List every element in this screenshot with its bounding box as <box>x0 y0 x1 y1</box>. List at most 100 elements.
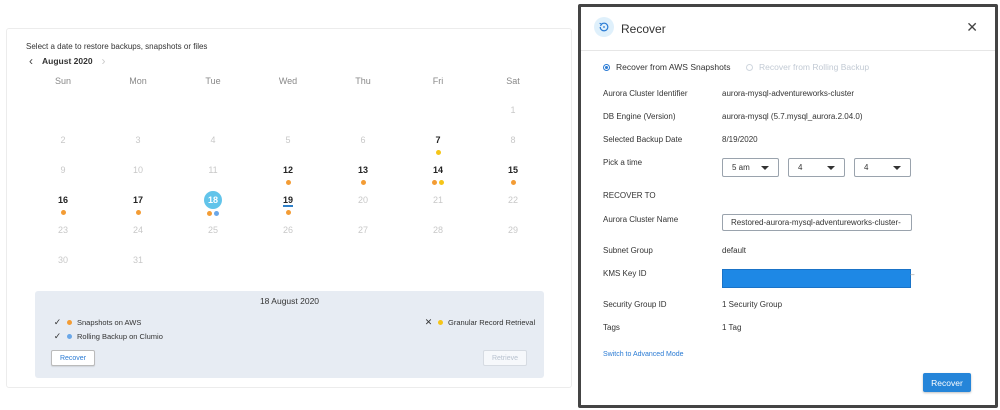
day-number: 9 <box>60 165 66 175</box>
calendar-day: 9 <box>48 164 78 188</box>
orange-dot <box>207 211 212 216</box>
legend-rolling-backup: ✓ Rolling Backup on Clumio <box>53 331 163 342</box>
month-label: August 2020 <box>42 56 93 66</box>
calendar-day[interactable]: 14 <box>423 164 453 188</box>
orange-dot <box>60 210 66 215</box>
day-number: 10 <box>132 165 143 175</box>
backup-date-value: 8/19/2020 <box>722 135 758 144</box>
close-icon[interactable]: ✕ <box>966 20 978 34</box>
calendar-day: 24 <box>123 224 153 248</box>
weekday-header: Thu <box>355 76 371 86</box>
caret-down-icon <box>761 166 769 170</box>
day-number: 4 <box>210 135 216 145</box>
day-number: 25 <box>207 225 218 235</box>
calendar-day: 28 <box>423 224 453 248</box>
calendar-day: 29 <box>498 224 528 248</box>
calendar-day[interactable]: 16 <box>48 194 78 218</box>
day-number: 27 <box>357 225 368 235</box>
calendar-day: 3 <box>123 134 153 158</box>
subnet-value: default <box>722 246 747 255</box>
calendar-instruction: Select a date to restore backups, snapsh… <box>26 42 208 51</box>
calendar-day: 31 <box>123 254 153 278</box>
dialog-recover-button[interactable]: Recover <box>923 373 971 392</box>
backup-indicators <box>273 180 303 185</box>
day-number: 8 <box>510 135 516 145</box>
orange-dot <box>135 210 141 215</box>
radio-selected-icon[interactable] <box>603 63 610 71</box>
tags-value[interactable]: 1 Tag <box>722 323 741 332</box>
backup-indicators <box>198 211 228 216</box>
hour-select[interactable]: 5 am <box>722 158 779 177</box>
day-number: 11 <box>208 165 218 175</box>
calendar-day: 26 <box>273 224 303 248</box>
legend-label: Snapshots on AWS <box>77 318 142 327</box>
advanced-mode-link[interactable]: Switch to Advanced Mode <box>603 351 684 358</box>
day-number: 18 <box>204 191 222 209</box>
recover-dialog: Recover ✕ Recover from AWS Snapshots Rec… <box>578 4 998 408</box>
kms-key-field[interactable] <box>722 269 911 288</box>
day-number: 7 <box>435 135 441 145</box>
caret-down-icon <box>827 166 835 170</box>
day-number: 14 <box>432 165 443 175</box>
legend-label: Granular Record Retrieval <box>448 318 536 327</box>
weekday-header: Fri <box>432 76 444 86</box>
summary-date: 18 August 2020 <box>259 296 320 306</box>
day-number: 6 <box>360 135 366 145</box>
calendar-day: 1 <box>498 104 528 128</box>
recover-button[interactable]: Recover <box>51 350 95 366</box>
legend-snapshots: ✓ Snapshots on AWS <box>53 317 142 328</box>
hour-value: 5 am <box>732 163 750 172</box>
pick-time-label: Pick a time <box>603 158 643 167</box>
cluster-id-label: Aurora Cluster Identifier <box>603 89 688 98</box>
subnet-label: Subnet Group <box>603 246 653 255</box>
tags-label: Tags <box>603 323 620 332</box>
yellow-dot <box>439 180 444 185</box>
chevron-left-icon[interactable]: ‹ <box>29 55 33 67</box>
month-navigator: ‹ August 2020 › <box>29 55 106 67</box>
day-number: 20 <box>357 195 368 205</box>
cross-icon: ✕ <box>424 317 433 327</box>
engine-value: aurora-mysql (5.7.mysql_aurora.2.04.0) <box>722 112 863 121</box>
day-number: 29 <box>507 225 518 235</box>
calendar-day[interactable]: 18 <box>198 191 228 218</box>
minute-select[interactable]: 4 <box>788 158 845 177</box>
dialog-header: Recover ✕ <box>581 7 995 51</box>
backup-indicators <box>123 210 153 215</box>
blue-dot <box>67 334 72 339</box>
orange-dot <box>432 180 437 185</box>
calendar-day: 6 <box>348 134 378 158</box>
day-number: 22 <box>507 195 518 205</box>
calendar-day[interactable]: 7 <box>423 134 453 158</box>
option-rolling-backup[interactable]: Recover from Rolling Backup <box>746 62 869 72</box>
engine-label: DB Engine (Version) <box>603 112 676 121</box>
second-select[interactable]: 4 <box>854 158 911 177</box>
day-number: 2 <box>60 135 66 145</box>
calendar-day[interactable]: 12 <box>273 164 303 188</box>
calendar-day: 30 <box>48 254 78 278</box>
day-number: 21 <box>432 195 443 205</box>
minute-value: 4 <box>798 163 803 172</box>
day-number: 19 <box>282 195 293 205</box>
day-number: 17 <box>132 195 143 205</box>
backup-indicators <box>423 180 453 185</box>
weekday-header: Sun <box>54 76 71 86</box>
security-group-label: Security Group ID <box>603 300 667 309</box>
orange-dot <box>285 210 291 215</box>
calendar-day[interactable]: 17 <box>123 194 153 218</box>
security-group-value[interactable]: 1 Security Group <box>722 300 782 309</box>
day-number: 24 <box>132 225 143 235</box>
calendar-day: 27 <box>348 224 378 248</box>
orange-dot <box>285 180 291 185</box>
calendar-day[interactable]: 19 <box>273 194 303 218</box>
cluster-name-input[interactable]: Restored-aurora-mysql-adventureworks-clu… <box>722 214 912 231</box>
option-aws-snapshots[interactable]: Recover from AWS Snapshots <box>603 62 730 72</box>
dialog-title: Recover <box>621 22 666 36</box>
calendar-day[interactable]: 13 <box>348 164 378 188</box>
day-number: 26 <box>282 225 293 235</box>
radio-unselected-icon[interactable] <box>746 63 753 71</box>
chevron-right-icon[interactable]: › <box>102 55 106 67</box>
calendar-day: 21 <box>423 194 453 218</box>
recover-to-heading: RECOVER TO <box>603 191 656 200</box>
retrieve-button[interactable]: Retrieve <box>483 350 527 366</box>
calendar-day[interactable]: 15 <box>498 164 528 188</box>
